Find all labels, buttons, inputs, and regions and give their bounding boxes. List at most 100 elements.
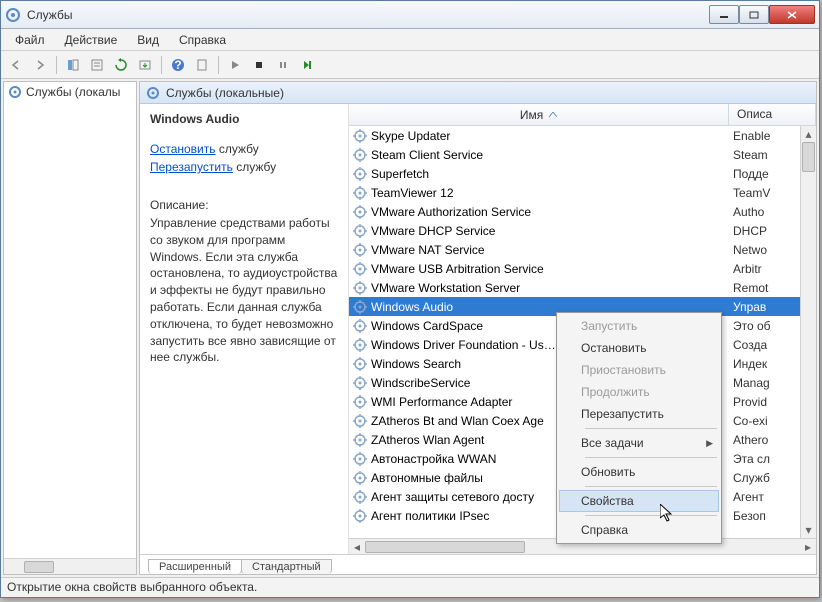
service-row[interactable]: SuperfetchПодде — [349, 164, 816, 183]
service-name: ZAtheros Wlan Agent — [371, 433, 484, 447]
gear-icon — [353, 490, 367, 504]
service-row[interactable]: VMware USB Arbitration ServiceArbitr — [349, 259, 816, 278]
refresh-button[interactable] — [110, 54, 132, 76]
context-menu-item[interactable]: Все задачи▶ — [559, 432, 719, 454]
gear-icon — [353, 300, 367, 314]
detail-pane: Windows Audio Остановить службу Перезапу… — [140, 104, 348, 554]
content-header-title: Службы (локальные) — [166, 86, 284, 100]
context-menu-item[interactable]: Перезапустить — [559, 403, 719, 425]
forward-button[interactable] — [29, 54, 51, 76]
service-name: VMware USB Arbitration Service — [371, 262, 544, 276]
service-row[interactable]: VMware Workstation ServerRemot — [349, 278, 816, 297]
service-name: Агент политики IPsec — [371, 509, 489, 523]
gear-icon — [353, 281, 367, 295]
service-row[interactable]: Skype UpdaterEnable — [349, 126, 816, 145]
tab-extended[interactable]: Расширенный — [148, 559, 242, 574]
context-menu-item: Запустить — [559, 315, 719, 337]
description-text: Управление средствами работы со звуком д… — [150, 215, 338, 366]
help-button[interactable]: ? — [167, 54, 189, 76]
gear-icon — [353, 414, 367, 428]
service-name: WindscribeService — [371, 376, 470, 390]
back-button[interactable] — [5, 54, 27, 76]
service-name: Skype Updater — [371, 129, 450, 143]
toolbar: ? — [1, 51, 819, 79]
context-menu: ЗапуститьОстановитьПриостановитьПродолжи… — [556, 312, 722, 544]
gear-icon — [353, 186, 367, 200]
service-name: Windows Audio — [371, 300, 453, 314]
view-tabs: Расширенный Стандартный — [140, 554, 816, 574]
content-header: Службы (локальные) — [140, 82, 816, 104]
gear-icon — [353, 129, 367, 143]
context-menu-item[interactable]: Справка — [559, 519, 719, 541]
service-name: ZAtheros Bt and Wlan Coex Age — [371, 414, 544, 428]
titlebar[interactable]: Службы — [1, 1, 819, 29]
stop-service-link[interactable]: Остановить — [150, 142, 216, 156]
list-vscrollbar[interactable]: ▴▾ — [800, 126, 816, 538]
tree-pane: Службы (локалы — [3, 81, 137, 575]
service-name: Steam Client Service — [371, 148, 483, 162]
tree-hscrollbar[interactable] — [4, 558, 136, 574]
svg-text:?: ? — [174, 58, 181, 72]
column-name[interactable]: Имя — [349, 104, 729, 125]
properties-button[interactable] — [86, 54, 108, 76]
service-name: TeamViewer 12 — [371, 186, 454, 200]
gear-icon — [353, 395, 367, 409]
service-row[interactable]: Steam Client ServiceSteam — [349, 145, 816, 164]
column-headers: Имя Описа — [349, 104, 816, 126]
gear-icon — [353, 509, 367, 523]
menu-action[interactable]: Действие — [57, 31, 126, 49]
gear-icon — [353, 167, 367, 181]
menubar: Файл Действие Вид Справка — [1, 29, 819, 51]
service-name: Windows Driver Foundation - Us… — [371, 338, 556, 352]
gear-icon — [353, 319, 367, 333]
service-row[interactable]: TeamViewer 12TeamV — [349, 183, 816, 202]
service-name: WMI Performance Adapter — [371, 395, 512, 409]
stop-service-button[interactable] — [248, 54, 270, 76]
service-name: Автонастройка WWAN — [371, 452, 496, 466]
show-hide-tree-button[interactable] — [62, 54, 84, 76]
sheet-button[interactable] — [191, 54, 213, 76]
tree-item-services-local[interactable]: Службы (локалы — [4, 82, 136, 102]
service-name: Superfetch — [371, 167, 429, 181]
gear-icon — [353, 376, 367, 390]
context-menu-item: Приостановить — [559, 359, 719, 381]
context-menu-item[interactable]: Остановить — [559, 337, 719, 359]
service-row[interactable]: VMware Authorization ServiceAutho — [349, 202, 816, 221]
close-button[interactable] — [769, 5, 815, 24]
menu-file[interactable]: Файл — [7, 31, 53, 49]
service-name: VMware DHCP Service — [371, 224, 495, 238]
export-button[interactable] — [134, 54, 156, 76]
services-icon — [146, 86, 160, 100]
context-menu-item[interactable]: Обновить — [559, 461, 719, 483]
services-icon — [8, 85, 22, 99]
pause-service-button[interactable] — [272, 54, 294, 76]
start-service-button[interactable] — [224, 54, 246, 76]
gear-icon — [353, 338, 367, 352]
restart-service-link[interactable]: Перезапустить — [150, 160, 233, 174]
gear-icon — [353, 471, 367, 485]
service-name: VMware NAT Service — [371, 243, 485, 257]
gear-icon — [353, 262, 367, 276]
gear-icon — [353, 224, 367, 238]
maximize-button[interactable] — [739, 5, 769, 24]
description-label: Описание: — [150, 198, 338, 212]
window-title: Службы — [27, 8, 709, 22]
menu-help[interactable]: Справка — [171, 31, 234, 49]
status-bar: Открытие окна свойств выбранного объекта… — [1, 577, 819, 597]
service-row[interactable]: VMware DHCP ServiceDHCP — [349, 221, 816, 240]
column-description[interactable]: Описа — [729, 104, 816, 125]
service-row[interactable]: VMware NAT ServiceNetwo — [349, 240, 816, 259]
minimize-button[interactable] — [709, 5, 739, 24]
restart-service-button[interactable] — [296, 54, 318, 76]
menu-view[interactable]: Вид — [129, 31, 167, 49]
service-name: Windows Search — [371, 357, 461, 371]
service-name: VMware Workstation Server — [371, 281, 520, 295]
tree-item-label: Службы (локалы — [26, 85, 120, 99]
gear-icon — [353, 148, 367, 162]
selected-service-name: Windows Audio — [150, 112, 338, 126]
context-menu-item[interactable]: Свойства — [559, 490, 719, 512]
service-name: Автономные файлы — [371, 471, 483, 485]
tab-standard[interactable]: Стандартный — [241, 559, 332, 574]
gear-icon — [353, 243, 367, 257]
service-name: VMware Authorization Service — [371, 205, 531, 219]
